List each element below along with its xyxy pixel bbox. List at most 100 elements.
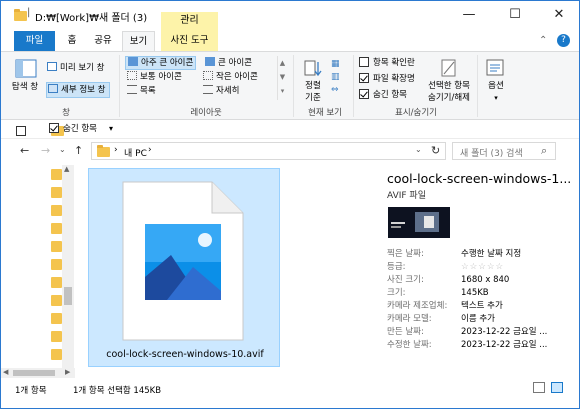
layout-scroll[interactable]: ▲ ▼ ▾ <box>277 56 287 100</box>
details-key: 수정한 날짜: <box>387 340 432 350</box>
up-icon[interactable]: ↑ <box>74 144 83 157</box>
sort-icon[interactable] <box>303 58 323 78</box>
minimize-button[interactable]: — <box>449 1 489 29</box>
scroll-right-icon[interactable]: ▶ <box>65 368 70 376</box>
tab-view[interactable]: 보기 <box>122 31 155 51</box>
nav-pane-icon[interactable] <box>15 58 37 80</box>
options-icon[interactable] <box>485 58 505 78</box>
chevron-up-icon[interactable]: ⌃ <box>539 35 547 46</box>
close-button[interactable]: ✕ <box>539 1 579 29</box>
breadcrumb-this-pc[interactable]: 내 PC <box>124 146 147 159</box>
tab-home[interactable]: 홈 <box>59 31 85 51</box>
breadcrumb-sep-icon[interactable]: › <box>148 145 152 155</box>
layout-large[interactable]: 큰 아이콘 <box>205 57 252 69</box>
details-pane-button[interactable]: 세부 정보 창 <box>46 82 110 98</box>
help-icon[interactable]: ? <box>557 34 570 47</box>
tab-photo-tools[interactable]: 사진 도구 <box>161 31 218 51</box>
nav-folder-icon[interactable] <box>51 277 62 288</box>
layout-medium[interactable]: 보통 아이콘 <box>127 71 182 83</box>
details-thumbnail <box>388 207 450 238</box>
scroll-left-icon[interactable]: ◀ <box>3 368 8 376</box>
back-icon[interactable]: ← <box>20 144 29 157</box>
scroll-up-icon[interactable]: ▲ <box>64 165 69 173</box>
nav-folder-icon[interactable] <box>51 295 62 306</box>
nav-folder-icon[interactable] <box>51 205 62 216</box>
hide-selected-label: 선택한 항목 <box>428 81 470 91</box>
nav-folder-icon[interactable] <box>51 331 62 342</box>
hscroll-thumb[interactable] <box>13 370 55 376</box>
file-item[interactable]: cool-lock-screen-windows-10.avif <box>88 168 280 367</box>
maximize-button[interactable]: ☐ <box>495 1 535 29</box>
layout-group-label: 레이아웃 <box>190 108 222 118</box>
layout-list[interactable]: 목록 <box>127 85 156 97</box>
item-checkboxes-label: 항목 확인란 <box>373 58 415 68</box>
hidden-items-toggle[interactable]: 숨긴 항목 <box>359 89 407 101</box>
nav-folder-icon[interactable] <box>51 169 62 180</box>
details-value[interactable]: 텍스트 추가 <box>461 301 503 311</box>
tab-share[interactable]: 공유 <box>89 31 117 51</box>
qat-hidden-items-label: 숨긴 항목 <box>63 124 97 134</box>
layout-details[interactable]: 자세히 <box>203 85 239 97</box>
options-dropdown-icon: ▾ <box>494 94 498 102</box>
hide-selected-button[interactable]: 선택한 항목숨기기/해제 <box>424 80 474 104</box>
qat-hidden-items-checkbox[interactable] <box>49 123 59 133</box>
details-value[interactable]: 수행한 날짜 지정 <box>461 249 521 259</box>
rating-stars[interactable]: ☆☆☆☆☆ <box>461 262 504 272</box>
nav-hscrollbar[interactable]: ◀ ▶ <box>1 368 75 378</box>
large-icons-view-icon[interactable] <box>551 382 563 393</box>
view-options-icons[interactable]: ▦ ▥ ⇔ <box>331 58 340 97</box>
forward-icon[interactable]: → <box>41 144 50 157</box>
file-extensions-checkbox[interactable] <box>359 73 369 83</box>
hidden-items-checkbox[interactable] <box>359 89 369 99</box>
layout-extra-large[interactable]: 아주 큰 아이콘 <box>125 56 197 70</box>
details-view-icon[interactable] <box>533 382 545 393</box>
qat-customize-icon[interactable]: ▾ <box>109 124 113 133</box>
ribbon-separator <box>293 55 294 117</box>
tab-file[interactable]: 파일 <box>14 31 55 51</box>
select-all-checkbox[interactable] <box>16 126 26 136</box>
scroll-thumb[interactable] <box>64 287 72 305</box>
nav-folder-icon[interactable] <box>51 241 62 252</box>
sort-button[interactable]: 정렬 기준 <box>301 80 325 104</box>
qat-hidden-items[interactable]: 숨긴 항목 <box>49 123 97 135</box>
hide-selected-icon[interactable] <box>439 58 459 78</box>
sort-label: 정렬 <box>305 81 321 91</box>
preview-pane-button[interactable]: 미리 보기 창 <box>47 62 105 74</box>
nav-folder-icon[interactable] <box>51 313 62 324</box>
nav-folder-icon[interactable] <box>51 349 62 360</box>
file-name-label: cool-lock-screen-windows-10.avif <box>106 349 264 360</box>
address-dropdown-icon[interactable]: ⌄ <box>415 145 422 154</box>
details-key: 등급: <box>387 262 406 272</box>
details-pane: cool-lock-screen-windows-1... AVIF 파일 찍은… <box>371 165 579 377</box>
item-checkboxes-toggle[interactable]: 항목 확인란 <box>359 57 415 69</box>
layout-small[interactable]: 작은 아이콘 <box>203 71 258 83</box>
details-row-dimensions: 사진 크기: 1680 x 840 <box>387 273 509 286</box>
search-input[interactable]: 새 폴더 (3) 검색 ⌕ <box>452 142 556 160</box>
qat-dropdown-icon[interactable]: | <box>27 7 30 18</box>
details-value[interactable]: 이름 추가 <box>461 314 495 324</box>
hide-selected-label-2: 숨기기/해제 <box>428 93 470 103</box>
breadcrumb-sep-icon[interactable]: › <box>114 145 118 155</box>
ribbon: 탐색 창 미리 보기 창 세부 정보 창 창 아주 큰 아이콘 큰 아이콘 보통… <box>1 51 579 120</box>
status-bar: 1개 항목 1개 항목 선택함 145KB <box>1 378 579 408</box>
item-checkboxes-checkbox[interactable] <box>359 57 369 67</box>
nav-folder-icon[interactable] <box>51 187 62 198</box>
details-row-camera-model: 카메라 모델: 이름 추가 <box>387 312 495 325</box>
small-icons-label: 작은 아이콘 <box>216 72 258 82</box>
nav-pane-button[interactable]: 탐색 창 <box>11 81 39 93</box>
details-file-type: AVIF 파일 <box>387 191 426 201</box>
status-selection: 1개 항목 선택함 145KB <box>73 386 162 396</box>
address-bar[interactable]: › 내 PC › ⌄ ↻ <box>91 142 446 160</box>
manage-tab[interactable]: 관리 <box>161 12 218 31</box>
show-hide-group-label: 표시/숨기기 <box>395 108 437 118</box>
details-label: 자세히 <box>216 86 240 96</box>
nav-scrollbar[interactable]: ▲ ▼ <box>62 165 74 377</box>
refresh-icon[interactable]: ↻ <box>431 144 440 157</box>
nav-folder-icon[interactable] <box>51 223 62 234</box>
avif-file-icon <box>122 181 244 341</box>
file-extensions-toggle[interactable]: 파일 확장명 <box>359 73 415 85</box>
nav-folder-icon[interactable] <box>51 259 62 270</box>
options-button[interactable]: 옵션 ▾ <box>485 80 507 104</box>
recent-dropdown-icon[interactable]: ⌄ <box>59 145 66 154</box>
details-row-date-taken: 찍은 날짜: 수행한 날짜 지정 <box>387 247 521 260</box>
